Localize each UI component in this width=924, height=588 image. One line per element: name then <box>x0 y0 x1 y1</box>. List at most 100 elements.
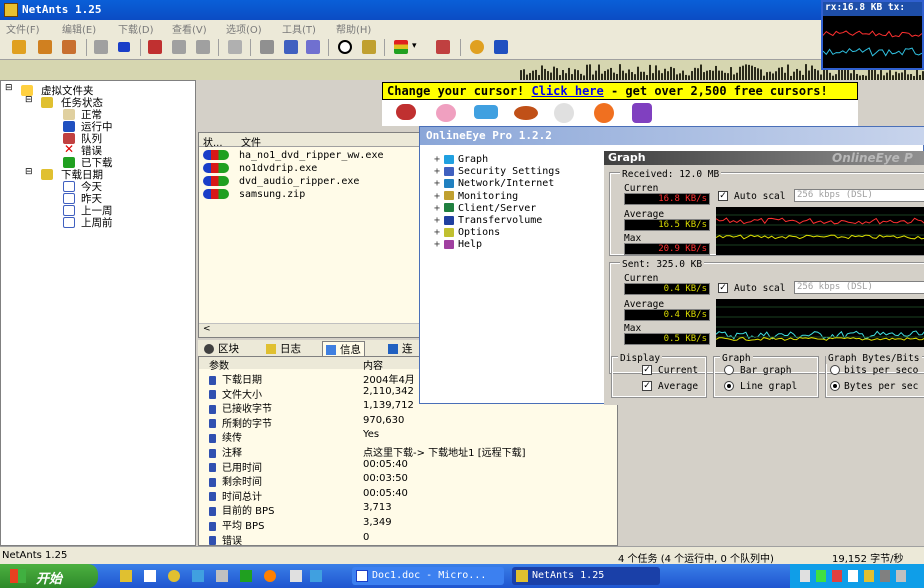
cursor-ad-banner[interactable]: Change your cursor! Click here - get ove… <box>382 82 858 100</box>
horizontal-scrollbar[interactable]: < <box>199 323 419 337</box>
delete-icon[interactable] <box>196 40 210 54</box>
received-auto-scale-checkbox[interactable]: ✓ <box>718 191 728 201</box>
app-icon[interactable] <box>310 570 322 582</box>
bits-per-second-radio[interactable] <box>830 365 840 375</box>
move-up-icon[interactable] <box>148 40 162 54</box>
display-average-checkbox[interactable]: ✓ <box>642 381 652 391</box>
app-icon[interactable] <box>240 570 252 582</box>
monitor-icon[interactable] <box>284 40 298 54</box>
menu-view[interactable]: 查看(V) <box>172 21 207 36</box>
mini-traffic-monitor[interactable]: rx:16.8 KB tx: <box>821 0 924 70</box>
scroll-left-icon[interactable]: < <box>203 324 211 334</box>
expand-icon[interactable]: + <box>434 203 444 214</box>
property-row[interactable]: 已接收字节 <box>209 400 272 415</box>
onlineeye-tree-item[interactable]: + Client/Server <box>434 203 536 214</box>
menu-download[interactable]: 下载(D) <box>118 21 154 36</box>
sent-auto-scale-checkbox[interactable]: ✓ <box>718 283 728 293</box>
paste-task-icon[interactable] <box>62 40 76 54</box>
banner-cursor-icons[interactable] <box>382 100 858 126</box>
file-row[interactable]: dvd_audio_ripper.exe <box>203 176 359 187</box>
new-task-icon[interactable] <box>12 40 26 54</box>
app-icon[interactable] <box>290 570 302 582</box>
column-file[interactable]: 文件 <box>241 134 261 149</box>
menu-edit[interactable]: 编辑(E) <box>62 21 96 36</box>
firefox-icon[interactable] <box>264 570 276 582</box>
column-status[interactable]: 状... <box>203 134 223 149</box>
onlineeye-tree-item[interactable]: + Graph <box>434 154 488 165</box>
tray-icon[interactable] <box>896 570 906 582</box>
tab-info[interactable]: 信息 <box>322 341 365 356</box>
media-icon[interactable] <box>168 570 180 582</box>
bar-graph-radio[interactable] <box>724 365 734 375</box>
start-button[interactable]: 开始 <box>0 564 98 588</box>
schedule-icon[interactable] <box>362 40 376 54</box>
property-row[interactable]: 注释 <box>209 444 242 459</box>
stop-icon[interactable] <box>118 42 130 52</box>
tray-icon[interactable] <box>832 570 842 582</box>
tray-icon[interactable] <box>800 570 810 582</box>
properties-icon[interactable] <box>228 40 242 54</box>
onlineeye-tree-item[interactable]: + Help <box>434 239 482 250</box>
property-row[interactable]: 时间总计 <box>209 488 262 503</box>
property-row[interactable]: 下载日期 <box>209 371 262 386</box>
taskbar-netants-task[interactable]: NetAnts 1.25 <box>512 567 660 585</box>
property-row[interactable]: 所剩的字节 <box>209 415 272 430</box>
banner-link[interactable]: Click here <box>532 84 604 98</box>
expand-icon[interactable]: + <box>434 239 444 250</box>
tree-date-before-last-week[interactable]: 上周前 <box>81 215 113 230</box>
sent-scale-field[interactable]: 256 kbps (DSL) <box>794 281 924 294</box>
property-row[interactable]: 文件大小 <box>209 386 262 401</box>
chevron-down-icon[interactable]: ▾ <box>412 41 426 55</box>
expand-icon[interactable]: + <box>434 191 444 202</box>
tree-collapse-icon[interactable]: ⊟ <box>25 95 33 105</box>
property-row[interactable]: 剩余时间 <box>209 473 262 488</box>
expand-icon[interactable]: + <box>434 154 444 165</box>
file-row[interactable]: samsung.zip <box>203 189 305 200</box>
volume-icon[interactable] <box>880 570 890 582</box>
add-url-icon[interactable] <box>38 40 52 54</box>
tray-icon[interactable] <box>864 570 874 582</box>
line-graph-radio[interactable] <box>724 381 734 391</box>
received-scale-field[interactable]: 256 kbps (DSL) <box>794 189 924 202</box>
column-content[interactable]: 内容 <box>363 357 383 372</box>
network-icon[interactable] <box>848 570 858 582</box>
traffic-light-icon[interactable] <box>394 40 408 54</box>
bytes-per-second-radio[interactable] <box>830 381 840 391</box>
onlineeye-tree-item[interactable]: + Network/Internet <box>434 178 554 189</box>
column-parameter[interactable]: 参数 <box>209 357 229 372</box>
file-row[interactable]: ha_no1_dvd_ripper_ww.exe <box>203 150 384 161</box>
expand-icon[interactable]: + <box>434 178 444 189</box>
display-current-checkbox[interactable]: ✓ <box>642 365 652 375</box>
property-row[interactable]: 续传 <box>209 429 242 444</box>
connect-icon[interactable] <box>436 40 450 54</box>
window-icon[interactable] <box>306 40 320 54</box>
tab-blocks[interactable]: 区块 <box>204 341 239 356</box>
tab-log[interactable]: 日志 <box>266 341 301 356</box>
gear-icon[interactable] <box>470 40 484 54</box>
explorer-icon[interactable] <box>216 570 228 582</box>
tray-icon[interactable] <box>816 570 826 582</box>
expand-icon[interactable]: + <box>434 166 444 177</box>
menu-tools[interactable]: 工具(T) <box>282 21 316 36</box>
menu-file[interactable]: 文件(F) <box>6 21 40 36</box>
tree-collapse-icon[interactable]: ⊟ <box>25 167 33 177</box>
file-row[interactable]: no1dvdrip.exe <box>203 163 317 174</box>
clock-icon[interactable] <box>338 40 352 54</box>
desktop-icon[interactable] <box>144 570 156 582</box>
onlineeye-tree-item[interactable]: + Security Settings <box>434 166 560 177</box>
menu-options[interactable]: 选项(O) <box>226 21 262 36</box>
property-row[interactable]: 目前的 BPS <box>209 502 274 517</box>
tab-connections[interactable]: 连 <box>388 341 413 356</box>
move-down-icon[interactable] <box>172 40 186 54</box>
onlineeye-tree-item[interactable]: + Options <box>434 227 500 238</box>
property-row[interactable]: 平均 BPS <box>209 517 264 532</box>
onlineeye-tree-item[interactable]: + Transfervolume <box>434 215 542 226</box>
browser-icon[interactable] <box>192 570 204 582</box>
expand-icon[interactable]: + <box>434 227 444 238</box>
stats-icon[interactable] <box>494 40 508 54</box>
folder-icon[interactable] <box>120 570 132 582</box>
onlineeye-tree-item[interactable]: + Monitoring <box>434 191 518 202</box>
expand-icon[interactable]: + <box>434 215 444 226</box>
tree-collapse-icon[interactable]: ⊟ <box>5 83 13 93</box>
property-row[interactable]: 已用时间 <box>209 459 262 474</box>
